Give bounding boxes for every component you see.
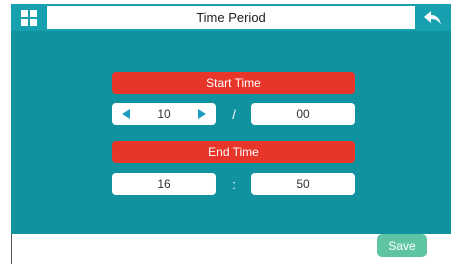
back-button[interactable]: [415, 4, 451, 31]
app-window: Time Period Start Time 10 / 00 End Time …: [11, 4, 451, 264]
menu-button[interactable]: [11, 4, 47, 31]
header-bar: Time Period: [11, 4, 451, 31]
left-triangle-icon: [122, 109, 130, 119]
start-time-label: Start Time: [112, 72, 355, 94]
grid-icon: [21, 9, 37, 26]
page-title: Time Period: [47, 6, 415, 29]
end-time-label: End Time: [112, 141, 355, 163]
end-minute-field[interactable]: 50: [251, 173, 355, 195]
start-hour-value: 10: [157, 107, 171, 121]
save-button[interactable]: Save: [377, 234, 427, 257]
start-time-separator: /: [232, 106, 236, 122]
end-hour-field[interactable]: 16: [112, 173, 216, 195]
settings-panel: Start Time 10 / 00 End Time 16 : 50: [11, 31, 451, 234]
back-arrow-icon: [424, 10, 441, 25]
start-hour-increment-button[interactable]: [193, 103, 211, 125]
start-hour-decrement-button[interactable]: [117, 103, 135, 125]
end-time-separator: :: [232, 176, 236, 192]
right-triangle-icon: [198, 109, 206, 119]
start-minute-field[interactable]: 00: [251, 103, 355, 125]
divider: [11, 234, 12, 264]
start-hour-stepper[interactable]: 10: [112, 103, 216, 125]
